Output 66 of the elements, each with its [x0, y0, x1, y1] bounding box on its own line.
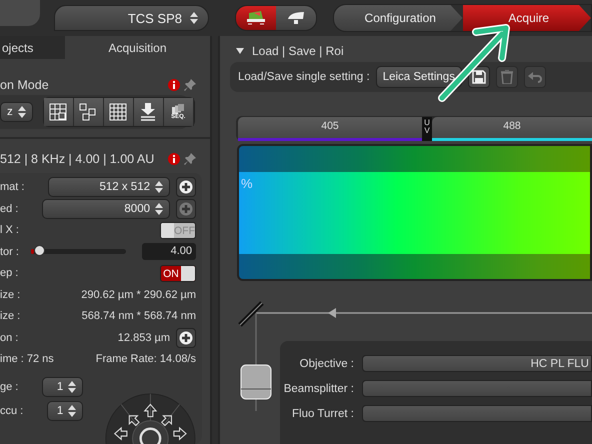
scan-mode-select[interactable]: z — [0, 102, 33, 122]
plus-button[interactable] — [176, 177, 196, 198]
undo-icon — [528, 71, 542, 83]
setting-label: ize : — [0, 310, 20, 322]
section-title: 512 | 8 KHz | 4.00 | 1.00 AU — [0, 152, 156, 166]
toggle-switch[interactable]: ON — [160, 264, 196, 282]
tool-button[interactable] — [74, 98, 104, 126]
number-select[interactable]: 1 — [47, 400, 84, 421]
setting-select[interactable]: 8000 — [42, 198, 170, 219]
updown-icon — [68, 404, 76, 417]
setting-label: ccu : — [0, 404, 24, 417]
updown-icon — [68, 380, 76, 393]
plus-button[interactable] — [176, 328, 196, 348]
stack-icon — [172, 104, 184, 114]
setting-value: 290.62 µm * 290.62 µm — [80, 288, 196, 301]
setting-select[interactable]: 512 x 512 — [48, 177, 170, 198]
setting-select[interactable]: HC PL FLU — [362, 355, 592, 372]
tool-button[interactable] — [44, 98, 74, 126]
setting-label: Load/Save single setting : — [238, 71, 370, 83]
unit-label: % — [241, 176, 253, 190]
setting-label: ep : — [0, 267, 18, 280]
grid-icon — [109, 103, 128, 121]
workflow-tab[interactable]: Acquire — [462, 5, 591, 31]
updown-icon — [155, 181, 163, 194]
setting-label: ime : 72 ns — [0, 353, 54, 366]
slider-fill — [30, 249, 34, 254]
download-icon — [140, 103, 156, 121]
mode-button[interactable] — [236, 6, 276, 30]
updown-icon — [190, 12, 198, 24]
setting-value: 12.853 µm — [116, 332, 170, 344]
setting-label: tor : — [0, 246, 19, 258]
workflow-tab[interactable]: Configuration — [334, 5, 462, 31]
section-title: on Mode — [0, 78, 50, 92]
setting-label: l X : — [0, 224, 19, 236]
value-field[interactable]: 4.00 — [142, 243, 196, 260]
tool-button[interactable] — [104, 98, 134, 126]
updown-icon — [18, 106, 26, 118]
setting-label: ge : — [0, 380, 18, 393]
setting-label: Beamsplitter : — [282, 382, 354, 394]
expand-triangle-icon[interactable] — [236, 47, 244, 55]
laser-divider-label: UV — [422, 117, 432, 141]
updown-icon — [155, 202, 163, 215]
setting-label: ize : — [0, 288, 20, 301]
setting-label: Fluo Turret : — [291, 408, 354, 420]
laser-device-icon — [246, 11, 266, 25]
settings-select[interactable]: Leica Settings — [376, 66, 462, 88]
mode-button[interactable] — [276, 6, 316, 30]
info-icon[interactable] — [168, 79, 180, 92]
section-title: Load | Save | Roi — [252, 44, 344, 58]
slider-thumb[interactable] — [34, 245, 46, 256]
save-icon — [472, 70, 486, 84]
info-icon[interactable] — [168, 152, 180, 165]
instrument-select[interactable]: TCS SP8 — [54, 5, 209, 31]
setting-label: mat : — [0, 181, 24, 194]
setting-label: ed : — [0, 202, 18, 215]
trash-icon — [500, 70, 513, 84]
setting-value: Frame Rate: 14.08/s — [94, 353, 196, 366]
tool-button[interactable] — [134, 98, 164, 126]
number-select[interactable]: 1 — [42, 376, 84, 397]
squares-icon — [79, 103, 98, 121]
setting-label: Objective : — [298, 358, 354, 370]
setting-label: on : — [0, 332, 18, 344]
setting-value: 568.74 nm * 568.74 nm — [80, 310, 196, 322]
grid-icon — [49, 103, 68, 121]
panel-tab[interactable]: ojects — [0, 36, 65, 60]
lamp-icon — [286, 11, 306, 25]
